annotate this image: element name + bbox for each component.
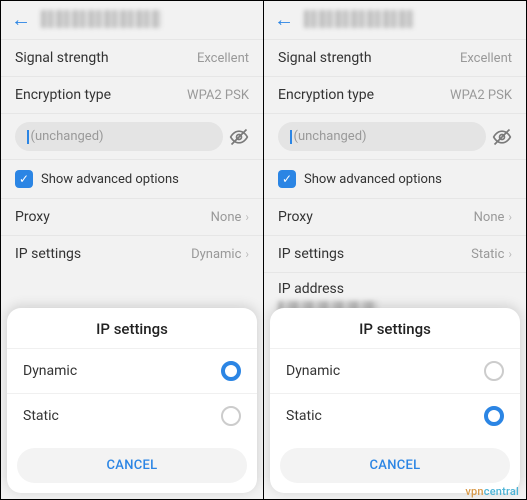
sheet-title: IP settings (7, 308, 257, 348)
encryption-label: Encryption type (278, 87, 374, 103)
password-row: (unchanged) (264, 113, 526, 159)
network-name-redacted (41, 10, 161, 28)
password-row: (unchanged) (1, 113, 263, 159)
encryption-row: Encryption type WPA2 PSK (1, 76, 263, 113)
advanced-options-checkbox[interactable]: ✓ (278, 170, 296, 188)
proxy-value: None (474, 210, 505, 225)
signal-strength-label: Signal strength (15, 50, 109, 66)
chevron-right-icon: › (508, 210, 512, 224)
proxy-row[interactable]: Proxy None › (1, 198, 263, 235)
encryption-row: Encryption type WPA2 PSK (264, 76, 526, 113)
advanced-options-label: Show advanced options (41, 172, 179, 187)
option-static[interactable]: Static (270, 393, 520, 438)
signal-strength-value: Excellent (197, 51, 249, 66)
option-dynamic[interactable]: Dynamic (270, 348, 520, 393)
ip-settings-label: IP settings (15, 246, 81, 262)
header: ← (1, 1, 263, 39)
ip-settings-label: IP settings (278, 246, 344, 262)
chevron-right-icon: › (508, 247, 512, 261)
encryption-value: WPA2 PSK (187, 88, 249, 103)
password-placeholder: (unchanged) (31, 129, 104, 144)
signal-strength-row: Signal strength Excellent (1, 39, 263, 76)
advanced-options-row[interactable]: ✓ Show advanced options (1, 159, 263, 198)
ip-settings-row[interactable]: IP settings Dynamic › (1, 235, 263, 272)
sheet-title: IP settings (270, 308, 520, 348)
ip-settings-value: Dynamic (191, 247, 241, 262)
text-cursor (27, 130, 29, 144)
password-placeholder: (unchanged) (294, 129, 367, 144)
radio-selected-icon[interactable] (221, 361, 241, 381)
back-icon[interactable]: ← (11, 9, 31, 29)
option-static-label: Static (286, 408, 322, 424)
encryption-label: Encryption type (15, 87, 111, 103)
radio-selected-icon[interactable] (484, 406, 504, 426)
proxy-label: Proxy (15, 209, 50, 225)
ip-settings-value: Static (471, 247, 504, 262)
advanced-options-checkbox[interactable]: ✓ (15, 170, 33, 188)
option-dynamic-label: Dynamic (23, 363, 77, 379)
option-static-label: Static (23, 408, 59, 424)
text-cursor (290, 130, 292, 144)
ip-settings-sheet: IP settings Dynamic Static CANCEL (270, 308, 520, 493)
sheet-cancel-button[interactable]: CANCEL (280, 448, 510, 483)
password-input[interactable]: (unchanged) (278, 122, 486, 151)
ip-settings-sheet: IP settings Dynamic Static CANCEL (7, 308, 257, 493)
option-dynamic-label: Dynamic (286, 363, 340, 379)
ip-address-label: IP address (278, 281, 512, 297)
ip-settings-row[interactable]: IP settings Static › (264, 235, 526, 272)
header: ← (264, 1, 526, 39)
advanced-options-label: Show advanced options (304, 172, 442, 187)
visibility-off-icon[interactable] (229, 127, 249, 147)
proxy-label: Proxy (278, 209, 313, 225)
advanced-options-row[interactable]: ✓ Show advanced options (264, 159, 526, 198)
signal-strength-label: Signal strength (278, 50, 372, 66)
option-dynamic[interactable]: Dynamic (7, 348, 257, 393)
signal-strength-row: Signal strength Excellent (264, 39, 526, 76)
signal-strength-value: Excellent (460, 51, 512, 66)
password-input[interactable]: (unchanged) (15, 122, 223, 151)
option-static[interactable]: Static (7, 393, 257, 438)
back-icon[interactable]: ← (274, 9, 294, 29)
sheet-cancel-button[interactable]: CANCEL (17, 448, 247, 483)
proxy-row[interactable]: Proxy None › (264, 198, 526, 235)
chevron-right-icon: › (245, 247, 249, 261)
screen-dynamic: ← Signal strength Excellent Encryption t… (1, 1, 263, 499)
visibility-off-icon[interactable] (492, 127, 512, 147)
radio-unselected-icon[interactable] (484, 361, 504, 381)
encryption-value: WPA2 PSK (450, 88, 512, 103)
proxy-value: None (211, 210, 242, 225)
screen-static: ← Signal strength Excellent Encryption t… (263, 1, 526, 499)
chevron-right-icon: › (245, 210, 249, 224)
radio-unselected-icon[interactable] (221, 406, 241, 426)
network-name-redacted (304, 10, 414, 28)
